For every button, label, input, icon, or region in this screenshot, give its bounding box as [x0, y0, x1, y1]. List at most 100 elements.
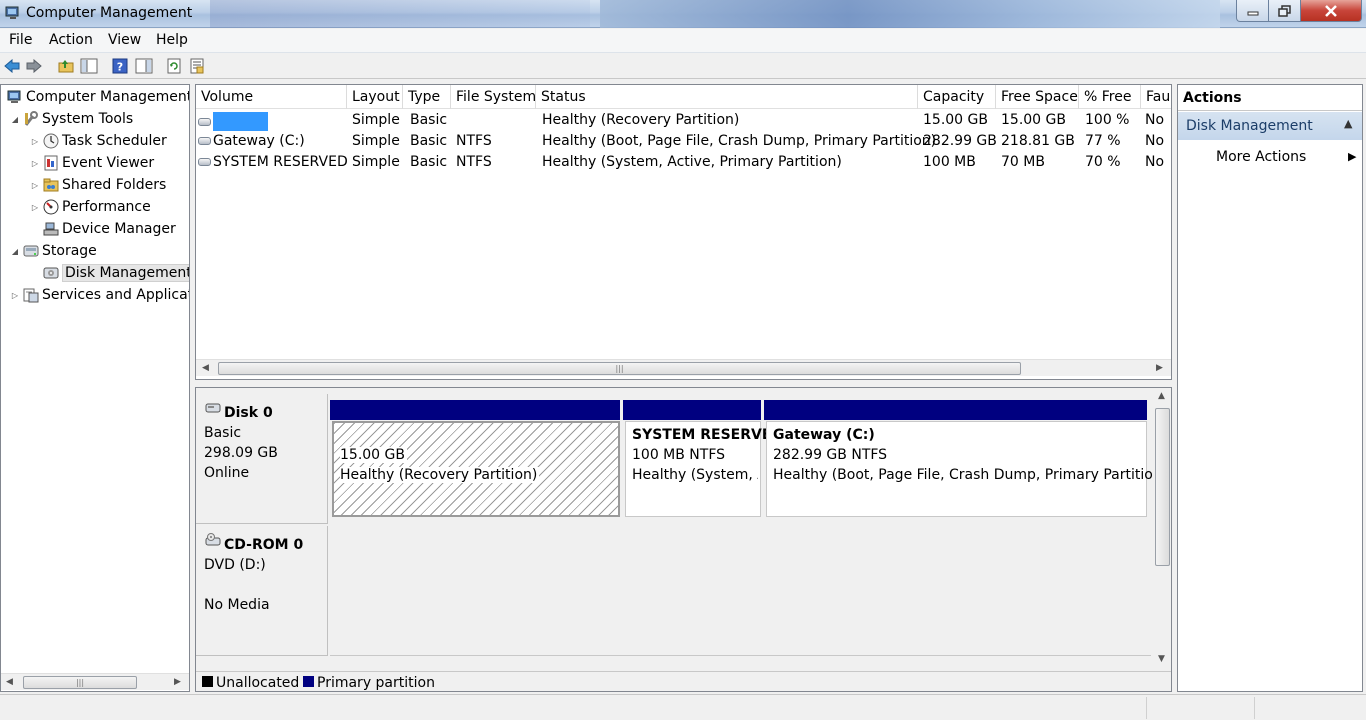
free-space-cell: 218.81 GB — [1001, 133, 1075, 149]
minimize-button[interactable] — [1236, 0, 1269, 22]
status-cell: Healthy (Boot, Page File, Crash Dump, Pr… — [542, 133, 937, 149]
partition-system-reserved[interactable]: SYSTEM RESERVEI 100 MB NTFS Healthy (Sys… — [625, 421, 777, 517]
scroll-right-icon[interactable]: ▶ — [1156, 363, 1163, 373]
cdrom-name: CD-ROM 0 — [224, 537, 304, 553]
cdrom-state: No Media — [204, 597, 270, 613]
more-actions-label: More Actions — [1216, 149, 1307, 165]
column-header-type[interactable]: Type — [403, 85, 451, 109]
column-header-volume[interactable]: Volume — [196, 85, 347, 109]
table-row[interactable]: Gateway (C:) Simple Basic NTFS Healthy (… — [196, 131, 1171, 152]
help-icon[interactable]: ? — [111, 57, 129, 75]
scroll-up-icon[interactable]: ▲ — [1158, 391, 1165, 401]
column-header-capacity[interactable]: Capacity — [918, 85, 996, 109]
scroll-left-icon[interactable]: ◀ — [6, 677, 13, 687]
file-system-cell: NTFS — [456, 154, 492, 170]
column-header-fault-tolerance[interactable]: Faul — [1141, 85, 1171, 109]
expand-arrow-icon[interactable]: ▷ — [29, 159, 41, 168]
menu-bar: File Action View Help — [0, 29, 1366, 53]
layout-cell: Simple — [352, 112, 400, 128]
export-list-icon[interactable] — [188, 57, 206, 75]
capacity-cell: 282.99 GB — [923, 133, 997, 149]
event-viewer-icon — [43, 155, 59, 171]
collapse-arrow-icon[interactable]: ◢ — [9, 115, 21, 124]
background-window-ghost — [210, 0, 590, 28]
forward-icon[interactable] — [25, 57, 43, 75]
tree-item-disk-management[interactable]: Disk Management — [41, 263, 189, 283]
expand-arrow-icon[interactable]: ▷ — [29, 203, 41, 212]
menu-view[interactable]: View — [108, 32, 141, 48]
disk-0-info[interactable]: Disk 0 Basic 298.09 GB Online — [196, 394, 328, 524]
up-folder-icon[interactable] — [57, 57, 75, 75]
cdrom-0-content[interactable] — [330, 526, 1151, 656]
disk-icon — [205, 403, 221, 413]
disk-view-vertical-scrollbar[interactable]: ▲ ▼ — [1153, 388, 1171, 668]
table-row[interactable]: Simple Basic Healthy (Recovery Partition… — [196, 110, 1171, 131]
scrollbar-thumb[interactable] — [1155, 408, 1170, 566]
volume-name: SYSTEM RESERVED — [213, 154, 348, 170]
percent-free-cell: 77 % — [1085, 133, 1121, 149]
partition-recovery[interactable]: 15.00 GB Healthy (Recovery Partition) — [332, 421, 620, 517]
volume-list-horizontal-scrollbar[interactable]: ◀ ||| ▶ — [196, 359, 1171, 376]
partition-title: SYSTEM RESERVEI — [632, 427, 777, 443]
tree-item-event-viewer[interactable]: ▷ Event Viewer — [29, 153, 154, 173]
tree-item-performance[interactable]: ▷ Performance — [29, 197, 151, 217]
scrollbar-thumb[interactable]: ||| — [218, 362, 1021, 375]
computer-management-icon — [7, 89, 23, 105]
partition-gateway[interactable]: Gateway (C:) 282.99 GB NTFS Healthy (Boo… — [766, 421, 1167, 517]
column-header-free-space[interactable]: Free Space — [996, 85, 1079, 109]
tree-item-task-scheduler[interactable]: ▷ Task Scheduler — [29, 131, 167, 151]
tree-item-system-tools[interactable]: ◢ System Tools — [9, 109, 133, 129]
file-system-cell: NTFS — [456, 133, 492, 149]
restore-button[interactable] — [1268, 0, 1301, 22]
actions-section-disk-management[interactable]: Disk Management ▲ — [1178, 112, 1362, 140]
scroll-down-icon[interactable]: ▼ — [1158, 654, 1165, 664]
scrollbar-thumb[interactable]: ||| — [23, 676, 137, 689]
more-actions-item[interactable]: More Actions — [1216, 149, 1306, 165]
restore-icon — [1277, 4, 1291, 17]
scroll-left-icon[interactable]: ◀ — [202, 363, 209, 373]
clock-icon — [43, 133, 59, 149]
tree-item-services-and-applications[interactable]: ▷ Services and Applicat — [9, 285, 190, 305]
volume-list-header: Volume Layout Type File System Status Ca… — [196, 85, 1171, 109]
legend-label-unallocated: Unallocated — [216, 675, 300, 691]
volume-cell — [198, 112, 268, 131]
refresh-icon[interactable] — [165, 57, 183, 75]
close-icon — [1325, 4, 1337, 17]
menu-file[interactable]: File — [9, 32, 32, 48]
legend: Unallocated Primary partition — [196, 671, 1171, 691]
table-row[interactable]: SYSTEM RESERVED Simple Basic NTFS Health… — [196, 152, 1171, 173]
tree-horizontal-scrollbar[interactable]: ◀ ||| ▶ — [1, 673, 189, 690]
column-header-file-system[interactable]: File System — [451, 85, 536, 109]
submenu-arrow-icon: ▶ — [1348, 150, 1357, 163]
menu-action[interactable]: Action — [49, 32, 93, 48]
menu-help[interactable]: Help — [156, 32, 188, 48]
show-hide-tree-icon[interactable] — [80, 57, 98, 75]
partition-bar-recovery — [330, 400, 620, 420]
tree-item-storage[interactable]: ◢ Storage — [9, 241, 97, 261]
collapse-up-icon[interactable]: ▲ — [1344, 117, 1352, 130]
cdrom-0-info[interactable]: CD-ROM 0 DVD (D:) No Media — [196, 526, 328, 656]
tree-label: Services and Applicat — [42, 287, 190, 303]
volume-icon — [198, 137, 211, 145]
tree-root-computer-management[interactable]: Computer Management — [5, 87, 189, 107]
collapse-arrow-icon[interactable]: ◢ — [9, 247, 21, 256]
tree-item-shared-folders[interactable]: ▷ Shared Folders — [29, 175, 166, 195]
properties-icon[interactable] — [135, 57, 153, 75]
status-cell: Healthy (System, Active, Primary Partiti… — [542, 154, 842, 170]
expand-arrow-icon[interactable]: ▷ — [9, 291, 21, 300]
scroll-right-icon[interactable]: ▶ — [174, 677, 181, 687]
back-icon[interactable] — [3, 57, 21, 75]
partition-bar-system-reserved — [623, 400, 761, 420]
column-header-percent-free[interactable]: % Free — [1079, 85, 1141, 109]
tree-label: Device Manager — [62, 221, 176, 237]
column-header-status[interactable]: Status — [536, 85, 918, 109]
expand-arrow-icon[interactable]: ▷ — [29, 181, 41, 190]
close-button[interactable] — [1300, 0, 1362, 22]
tree-item-device-manager[interactable]: Device Manager — [41, 219, 176, 239]
column-header-layout[interactable]: Layout — [347, 85, 403, 109]
legend-swatch-primary — [303, 676, 314, 687]
expand-arrow-icon[interactable]: ▷ — [29, 137, 41, 146]
selected-volume-name — [213, 112, 268, 131]
console-tree: Computer Management ◢ System Tools ▷ Tas… — [0, 84, 190, 692]
volume-icon — [198, 158, 211, 166]
